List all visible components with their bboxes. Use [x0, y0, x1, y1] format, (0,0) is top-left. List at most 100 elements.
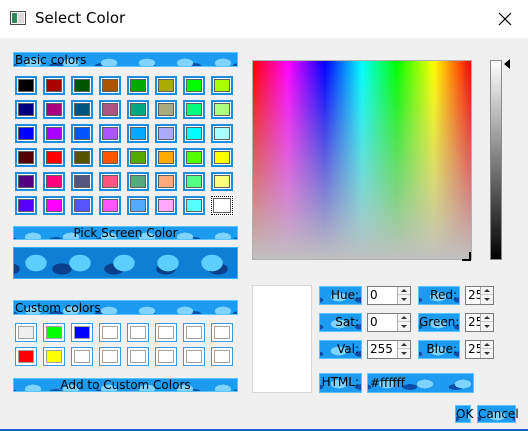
basic-color-swatch-fill — [102, 151, 118, 164]
basic-color-swatch[interactable] — [183, 100, 205, 119]
red-spinbox[interactable]: 255 — [465, 286, 494, 305]
basic-color-swatch[interactable] — [99, 124, 121, 143]
basic-color-swatch[interactable] — [99, 196, 121, 215]
basic-color-swatch[interactable] — [43, 100, 65, 119]
blue-up-arrow[interactable] — [481, 341, 493, 349]
html-color-input[interactable]: #ffffff — [367, 373, 474, 393]
basic-color-swatch[interactable] — [15, 148, 37, 167]
basic-color-swatch[interactable] — [155, 124, 177, 143]
basic-color-swatch[interactable] — [183, 148, 205, 167]
color-spectrum-picker[interactable] — [252, 60, 472, 260]
basic-color-swatch[interactable] — [155, 172, 177, 191]
basic-color-swatch[interactable] — [71, 100, 93, 119]
val-up-arrow[interactable] — [398, 341, 410, 349]
basic-color-swatch[interactable] — [43, 196, 65, 215]
basic-color-swatch[interactable] — [211, 76, 233, 95]
basic-color-swatch[interactable] — [155, 100, 177, 119]
basic-color-swatch-fill — [46, 103, 62, 116]
basic-colors-label: Basic colors — [15, 53, 87, 67]
custom-color-swatch[interactable] — [127, 347, 149, 366]
basic-color-swatch[interactable] — [211, 124, 233, 143]
basic-color-swatch[interactable] — [211, 148, 233, 167]
green-spinbox[interactable]: 255 — [465, 313, 494, 332]
blue-down-arrow[interactable] — [481, 349, 493, 357]
close-button[interactable] — [482, 0, 528, 38]
custom-color-swatch[interactable] — [211, 347, 233, 366]
basic-color-swatch[interactable] — [127, 100, 149, 119]
custom-color-swatch[interactable] — [155, 347, 177, 366]
basic-color-swatch[interactable] — [71, 196, 93, 215]
basic-color-swatch[interactable] — [127, 124, 149, 143]
basic-color-swatch-fill — [18, 175, 34, 188]
basic-color-swatch[interactable] — [127, 148, 149, 167]
custom-color-swatch[interactable] — [71, 323, 93, 342]
basic-color-swatch[interactable] — [211, 172, 233, 191]
add-to-custom-colors-button[interactable]: Add to Custom Colors — [13, 378, 238, 392]
val-spinbox[interactable]: 255 — [367, 340, 411, 359]
basic-color-swatch[interactable] — [183, 172, 205, 191]
basic-color-swatch[interactable] — [43, 124, 65, 143]
custom-color-swatch[interactable] — [211, 323, 233, 342]
basic-color-swatch[interactable] — [183, 196, 205, 215]
sat-down-arrow[interactable] — [398, 322, 410, 330]
sat-up-arrow[interactable] — [398, 314, 410, 322]
basic-color-swatch[interactable] — [71, 76, 93, 95]
basic-color-swatch[interactable] — [155, 76, 177, 95]
basic-color-swatch[interactable] — [183, 76, 205, 95]
cancel-button[interactable]: Cancel — [477, 405, 519, 423]
luminance-slider[interactable] — [490, 60, 502, 260]
custom-color-swatch[interactable] — [183, 347, 205, 366]
custom-color-swatch[interactable] — [15, 347, 37, 366]
custom-color-swatch[interactable] — [43, 347, 65, 366]
pick-screen-color-button[interactable]: Pick Screen Color — [13, 226, 238, 240]
basic-color-swatch[interactable] — [71, 148, 93, 167]
basic-color-swatch[interactable] — [211, 100, 233, 119]
custom-color-swatch[interactable] — [15, 323, 37, 342]
custom-color-swatch[interactable] — [155, 323, 177, 342]
custom-color-swatch[interactable] — [71, 347, 93, 366]
basic-color-swatch-fill — [18, 199, 34, 212]
luminance-arrow-icon[interactable] — [504, 59, 510, 69]
red-down-arrow[interactable] — [481, 295, 493, 303]
basic-color-swatch[interactable] — [127, 172, 149, 191]
hue-spinbox[interactable]: 0 — [367, 286, 411, 305]
basic-color-swatch[interactable] — [43, 172, 65, 191]
basic-color-swatch[interactable] — [15, 76, 37, 95]
basic-color-swatch[interactable] — [99, 148, 121, 167]
window-title: Select Color — [35, 9, 126, 27]
green-down-arrow[interactable] — [481, 322, 493, 330]
basic-color-swatch[interactable] — [43, 148, 65, 167]
hue-down-arrow[interactable] — [398, 295, 410, 303]
ok-button[interactable]: OK — [455, 405, 473, 423]
val-down-arrow[interactable] — [398, 349, 410, 357]
basic-color-swatch[interactable] — [43, 76, 65, 95]
title-bar: Select Color — [0, 0, 528, 38]
basic-color-swatch[interactable] — [15, 124, 37, 143]
basic-color-swatch[interactable] — [155, 196, 177, 215]
red-up-arrow[interactable] — [481, 287, 493, 295]
green-up-arrow[interactable] — [481, 314, 493, 322]
basic-color-swatch-fill — [158, 79, 174, 92]
sat-spinbox[interactable]: 0 — [367, 313, 411, 332]
hue-up-arrow[interactable] — [398, 287, 410, 295]
basic-color-swatch[interactable] — [71, 172, 93, 191]
basic-color-swatch-fill — [46, 127, 62, 140]
custom-color-swatch[interactable] — [43, 323, 65, 342]
basic-color-swatch[interactable] — [127, 76, 149, 95]
basic-color-swatch[interactable] — [15, 100, 37, 119]
custom-color-swatch[interactable] — [183, 323, 205, 342]
blue-spinbox[interactable]: 255 — [465, 340, 494, 359]
basic-color-swatch[interactable] — [99, 100, 121, 119]
custom-color-swatch[interactable] — [99, 323, 121, 342]
basic-color-swatch[interactable] — [99, 76, 121, 95]
custom-color-swatch[interactable] — [99, 347, 121, 366]
basic-color-swatch[interactable] — [127, 196, 149, 215]
basic-color-swatch[interactable] — [15, 196, 37, 215]
basic-color-swatch[interactable] — [71, 124, 93, 143]
basic-color-swatch[interactable] — [210, 195, 234, 216]
basic-color-swatch[interactable] — [15, 172, 37, 191]
custom-color-swatch[interactable] — [127, 323, 149, 342]
basic-color-swatch[interactable] — [183, 124, 205, 143]
basic-color-swatch[interactable] — [99, 172, 121, 191]
basic-color-swatch[interactable] — [155, 148, 177, 167]
